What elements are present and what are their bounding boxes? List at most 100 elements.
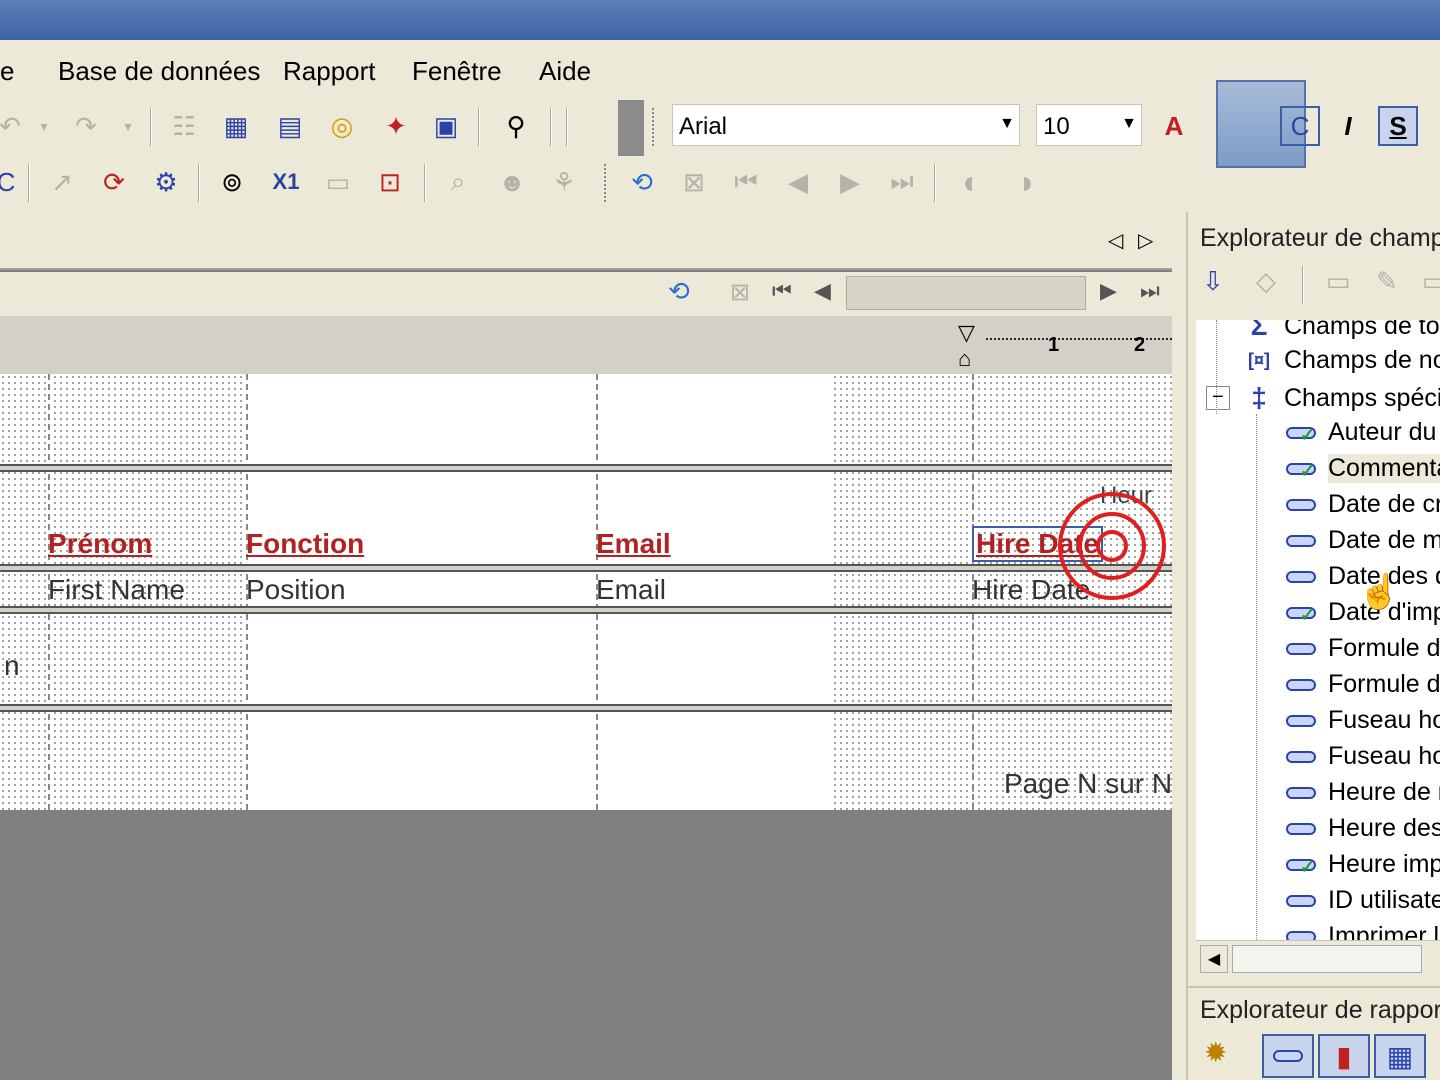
redo-icon[interactable]: ↷ [66,106,106,146]
tree-item-field[interactable]: Fuseau horaire des données [1286,742,1440,771]
select-expert-icon[interactable]: ✦ [376,106,416,146]
first-page-icon[interactable]: ⏮ [726,162,766,202]
show-graphics-button[interactable]: ▮ [1318,1034,1370,1078]
field-first-name[interactable]: First Name [48,574,185,606]
tree-item-field[interactable]: Heure impression [1286,850,1440,879]
tree-group-special[interactable]: − ‡ Champs spéciaux [1206,382,1440,414]
chart-expert-icon[interactable]: ↗ [42,162,82,202]
show-fields-button[interactable] [1262,1034,1314,1078]
search-icon[interactable]: ⌕ [438,162,478,202]
italic-icon[interactable]: I [1328,106,1368,146]
tree-group-label: Champs de nom [1284,346,1440,374]
lightbulb-icon[interactable]: ✹ [1204,1036,1227,1069]
tree-item-field[interactable]: Date de création [1286,490,1440,519]
section-divider[interactable] [0,464,1172,472]
stop-icon[interactable]: ⊠ [674,162,714,202]
tree-item-field[interactable]: ID utilisateur [1286,886,1440,915]
header-prenom[interactable]: Prénom [48,528,152,560]
bold-icon[interactable]: C [1280,106,1320,146]
x1-icon[interactable]: X1 [266,162,306,202]
ruler-marker-icon[interactable]: ⌂ [958,346,971,372]
formula-workshop-icon[interactable]: ⚙ [146,162,186,202]
first-page-icon[interactable]: ⏮ [772,278,792,304]
insert-field-icon[interactable]: ⇩ [1202,266,1224,297]
forward-icon[interactable]: ◑ [1004,162,1044,202]
last-page-icon[interactable]: ⏭ [1140,278,1160,304]
tree-item-field[interactable]: Commentaires [1286,454,1440,483]
tab-scroll-right-icon[interactable]: ▷ [1138,228,1153,253]
refresh-formula-icon[interactable]: ⟳ [94,162,134,202]
field-email[interactable]: Email [596,574,666,606]
panel-divider[interactable] [1186,986,1440,990]
header-fonction[interactable]: Fonction [246,528,364,560]
collapse-icon[interactable]: − [1206,386,1230,410]
scroll-left-icon[interactable]: ◀ [1200,945,1228,973]
chevron-down-icon[interactable]: ▼ [999,115,1015,133]
partial-icon[interactable]: C [0,162,26,202]
outline-icon[interactable]: ☷ [164,106,204,146]
browse-icon[interactable]: ◇ [1256,266,1276,297]
section-expert-icon[interactable]: ▣ [426,106,466,146]
undo-dropdown-icon[interactable]: ▾ [24,106,64,146]
menu-item-window[interactable]: Fenêtre [412,56,502,87]
tree-item-field[interactable]: Fuseau horaire [1286,706,1440,735]
tree-item-field[interactable]: Auteur du rapport [1286,418,1440,447]
header-email[interactable]: Email [596,528,671,560]
font-color-icon[interactable]: A [1154,106,1194,146]
previous-page-icon[interactable]: ◀ [778,162,818,202]
scrollbar-thumb[interactable] [1232,945,1422,973]
database-expert-icon[interactable]: ◎ [322,106,362,146]
redo-dropdown-icon[interactable]: ▾ [108,106,148,146]
toolbar-grip[interactable] [652,108,656,146]
menu-item-help[interactable]: Aide [539,56,591,87]
chevron-down-icon[interactable]: ▼ [1121,115,1137,133]
tree-item-field[interactable]: Heure de modification [1286,778,1440,807]
next-page-icon[interactable]: ▶ [830,162,870,202]
next-page-icon[interactable]: ▶ [1100,278,1117,304]
tree-item-label: Imprimer le titre [1328,922,1440,940]
underline-icon[interactable]: S [1378,106,1418,146]
people-icon[interactable]: ☻ [492,162,532,202]
font-name-combo[interactable]: Arial ▼ [672,104,1020,146]
back-icon[interactable]: ◐ [952,162,992,202]
previous-page-icon[interactable]: ◀ [814,278,831,304]
tree-item-field[interactable]: Formule d'enregistrement [1286,670,1440,699]
section-divider[interactable] [0,704,1172,712]
menu-item-partial[interactable]: e [0,56,14,87]
section-divider[interactable] [0,564,1172,572]
tree-item-label: ID utilisateur [1328,886,1440,914]
new-icon[interactable]: ▭ [1326,266,1351,297]
tree-item-field[interactable]: Heure des données [1286,814,1440,843]
edit-icon[interactable]: ✎ [1376,266,1398,297]
find-icon[interactable]: ⚲ [496,106,536,146]
horizontal-scrollbar[interactable]: ◀ [1196,940,1440,976]
stop-icon[interactable]: ⊠ [730,278,750,307]
font-size-combo[interactable]: 10 ▼ [1036,104,1142,146]
tree-group-nom[interactable]: [¤] Champs de nom [1244,346,1440,375]
toolbar-grip[interactable] [618,100,644,156]
field-position[interactable]: Position [246,574,346,606]
toolbar-grip[interactable] [604,164,608,202]
group-expert-icon[interactable]: ⊚ [212,162,252,202]
ruler-marker-icon[interactable]: ▽ [958,320,975,346]
menu-item-database[interactable]: Base de données [58,56,260,87]
tree-group-total[interactable]: Σ Champs de total [1244,320,1440,342]
rename-icon[interactable]: ▭ [1422,266,1440,297]
partial-left-text[interactable]: n [4,650,20,682]
tree-item-field[interactable]: Formule de groupe [1286,634,1440,663]
section-divider[interactable] [0,606,1172,614]
tree-icon[interactable]: ⚘ [544,162,584,202]
menu-item-report[interactable]: Rapport [283,56,376,87]
tree-item-field[interactable]: Imprimer le titre [1286,922,1440,940]
zoom-icon[interactable]: ⊡ [370,162,410,202]
last-page-icon[interactable]: ⏭ [882,162,922,202]
refresh-icon[interactable]: ⟲ [622,162,662,202]
comment-icon[interactable]: ▭ [318,162,358,202]
table-icon[interactable]: ▦ [216,106,256,146]
tree-item-field[interactable]: Date de modification [1286,526,1440,555]
refresh-icon[interactable]: ⟲ [668,276,690,307]
special-field-page-n[interactable]: Page N sur N [1004,768,1172,800]
show-grids-button[interactable]: ▦ [1374,1034,1426,1078]
report-icon[interactable]: ▤ [270,106,310,146]
tab-scroll-left-icon[interactable]: ◁ [1108,228,1123,253]
